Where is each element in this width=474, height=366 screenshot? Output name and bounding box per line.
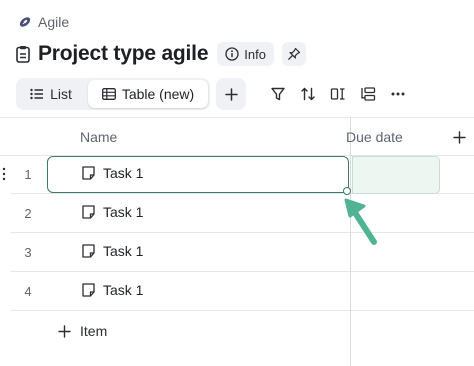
- row-drag-handle[interactable]: [2, 166, 6, 182]
- list-icon: [30, 88, 44, 100]
- column-header-name-label: Name: [80, 129, 118, 145]
- add-item-label: Item: [80, 323, 108, 339]
- row-name-text: Task 1: [103, 165, 144, 181]
- row-number: 4: [24, 284, 32, 299]
- title-row: Project type agile Info: [16, 40, 306, 68]
- view-tab-list-label: List: [50, 86, 72, 102]
- pin-icon: [287, 47, 301, 61]
- page-icon: [82, 205, 95, 219]
- football-icon: [18, 15, 32, 29]
- row-divider: [10, 271, 474, 272]
- table-row-name[interactable]: Task 1: [82, 282, 143, 298]
- view-tab-table-label: Table (new): [121, 86, 195, 102]
- breadcrumb[interactable]: Agile: [18, 12, 69, 32]
- row-name-text: Task 1: [103, 282, 144, 298]
- table-icon: [101, 88, 116, 100]
- add-column-button[interactable]: [450, 128, 468, 146]
- more-button[interactable]: [388, 84, 408, 104]
- columns-icon: [330, 86, 346, 102]
- row-number: 2: [24, 206, 32, 221]
- column-header-due-date[interactable]: Due date: [346, 118, 403, 156]
- more-icon: [390, 86, 406, 102]
- annotation-arrow-icon: [336, 190, 384, 250]
- due-date-cell-highlight[interactable]: [352, 156, 440, 194]
- filter-button[interactable]: [268, 84, 288, 104]
- row-name-text: Task 1: [103, 243, 144, 259]
- column-header-name[interactable]: Name: [80, 118, 117, 156]
- plus-icon: [224, 87, 238, 101]
- table-row-name[interactable]: Task 1: [82, 165, 143, 181]
- add-view-button[interactable]: [216, 78, 246, 110]
- row-name-text: Task 1: [103, 204, 144, 220]
- row-divider: [10, 232, 474, 233]
- clipboard-icon: [16, 45, 30, 63]
- table-row-name[interactable]: Task 1: [82, 243, 143, 259]
- row-divider: [10, 310, 474, 311]
- page-icon: [82, 166, 95, 180]
- add-item-button[interactable]: Item: [58, 320, 107, 342]
- columns-button[interactable]: [328, 84, 348, 104]
- drag-handle-icon: [2, 166, 6, 182]
- column-header-due-date-label: Due date: [346, 129, 403, 145]
- view-switcher: List Table (new): [16, 78, 210, 110]
- sort-icon: [300, 86, 316, 102]
- info-label: Info: [244, 46, 266, 62]
- page-title[interactable]: Project type agile: [38, 42, 208, 66]
- info-button[interactable]: Info: [217, 42, 274, 66]
- row-number: 1: [24, 167, 32, 182]
- pin-button[interactable]: [281, 42, 306, 66]
- plus-icon: [452, 130, 466, 144]
- page-icon: [82, 283, 95, 297]
- sort-button[interactable]: [298, 84, 318, 104]
- filter-icon: [270, 86, 286, 102]
- table-row-name[interactable]: Task 1: [82, 204, 143, 220]
- row-number: 3: [24, 245, 32, 260]
- table-top-border: [0, 117, 474, 118]
- group-icon: [360, 86, 376, 102]
- breadcrumb-label[interactable]: Agile: [38, 14, 69, 30]
- group-button[interactable]: [358, 84, 378, 104]
- plus-icon: [58, 324, 71, 338]
- view-tab-list[interactable]: List: [16, 78, 86, 110]
- view-tab-table[interactable]: Table (new): [88, 80, 208, 108]
- info-icon: [225, 47, 239, 61]
- page-icon: [82, 244, 95, 258]
